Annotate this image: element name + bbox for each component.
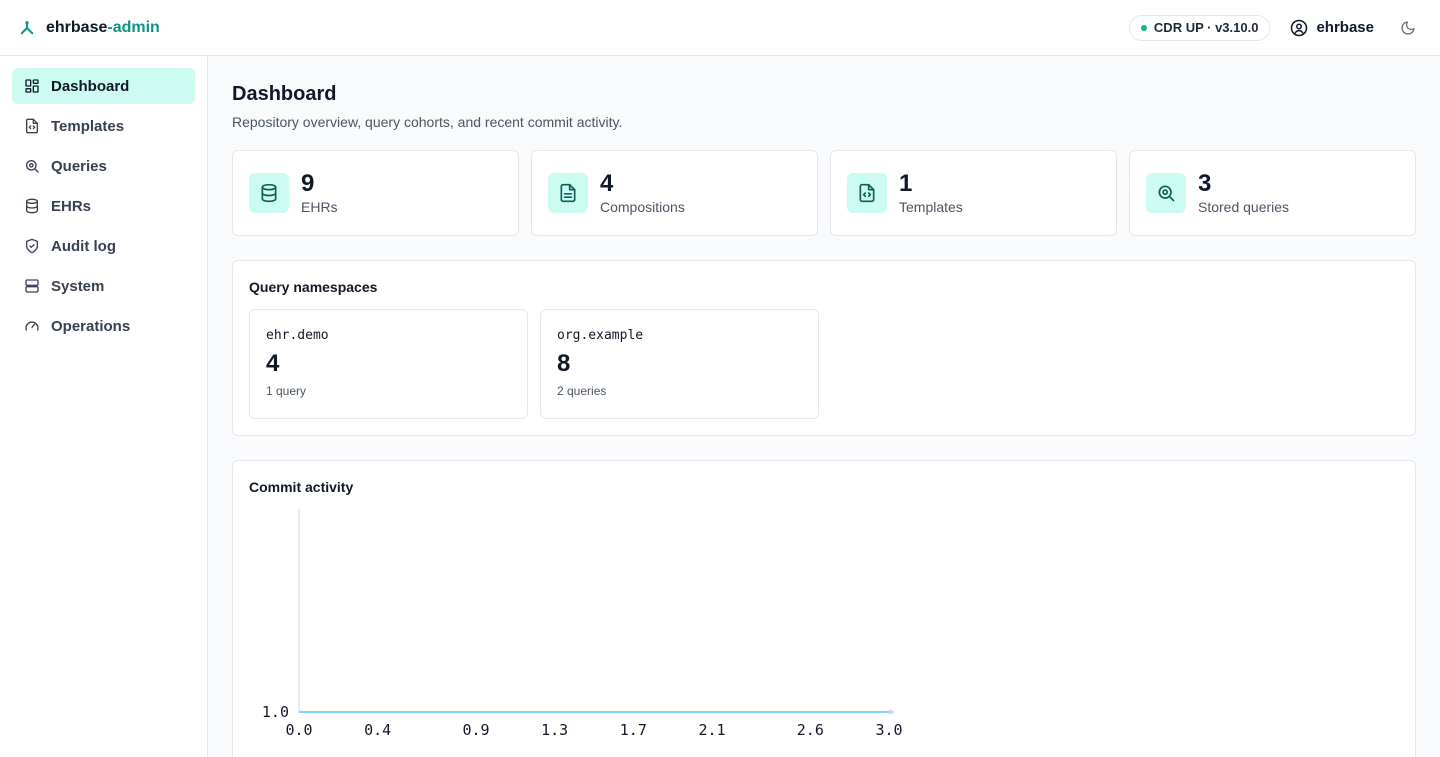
main-content: Dashboard Repository overview, query coh… bbox=[208, 56, 1440, 757]
user-circle-icon bbox=[1291, 19, 1308, 36]
y-tick-label: 1.0 bbox=[262, 703, 289, 721]
theme-toggle-button[interactable] bbox=[1400, 18, 1420, 38]
page-title: Dashboard bbox=[232, 83, 337, 105]
stat-card-stored-queries[interactable]: 3 Stored queries bbox=[1129, 150, 1416, 236]
stat-icon-wrap bbox=[847, 173, 887, 213]
sidebar-item-label: Audit log bbox=[51, 237, 116, 255]
x-tick-label: 2.1 bbox=[698, 721, 725, 739]
sidebar-item-dashboard[interactable]: Dashboard bbox=[12, 68, 195, 104]
template-file-icon bbox=[26, 118, 38, 134]
namespace-query-count: 1 query bbox=[266, 384, 307, 398]
x-tick-label: 1.7 bbox=[620, 721, 647, 739]
sidebar-item-ehrs[interactable]: EHRs bbox=[12, 188, 195, 224]
sidebar-item-label: Queries bbox=[51, 157, 107, 175]
search-icon bbox=[26, 160, 39, 173]
stat-card-templates[interactable]: 1 Templates bbox=[830, 150, 1117, 236]
namespace-card[interactable]: org.example 8 2 queries bbox=[540, 309, 819, 419]
moon-icon bbox=[1401, 20, 1415, 35]
sidebar-item-operations[interactable]: Operations bbox=[12, 308, 195, 344]
stat-card-compositions[interactable]: 4 Compositions bbox=[531, 150, 818, 236]
database-icon bbox=[26, 198, 38, 214]
namespace-count: 8 bbox=[557, 350, 571, 377]
dashboard-icon bbox=[25, 79, 39, 93]
namespace-query-count: 2 queries bbox=[557, 384, 607, 398]
template-file-icon bbox=[859, 183, 875, 203]
commit-activity-panel: Commit activity 1.0 0.0 0.4 0.9 1.3 1.7 2.1 2.6… bbox=[232, 460, 1416, 757]
namespace-card[interactable]: ehr.demo 4 1 query bbox=[249, 309, 528, 419]
document-icon bbox=[560, 183, 576, 203]
stat-label: EHRs bbox=[301, 199, 338, 215]
stat-value: 9 bbox=[301, 170, 315, 197]
sidebar-item-queries[interactable]: Queries bbox=[12, 148, 195, 184]
commit-activity-chart-svg: 1.00.0 0.4 0.9 1.3 1.7 2.1 2.6 3.0 bbox=[262, 509, 903, 739]
sidebar-item-label: Dashboard bbox=[51, 77, 130, 95]
server-icon bbox=[25, 279, 39, 293]
x-tick-label: 2.6 bbox=[797, 721, 824, 739]
stat-icon-wrap bbox=[1146, 173, 1186, 213]
sidebar-item-label: EHRs bbox=[51, 197, 92, 215]
x-tick-label: 3.0 bbox=[875, 721, 902, 739]
stat-label: Stored queries bbox=[1198, 199, 1290, 215]
commit-activity-chart: 1.0 0.0 0.4 0.9 1.3 1.7 2.1 2.6 3.0 bbox=[249, 501, 949, 757]
stat-value: 1 bbox=[899, 170, 913, 197]
sidebar-item-templates[interactable]: Templates bbox=[12, 108, 195, 144]
namespace-name: org.example bbox=[557, 328, 644, 343]
stat-icon-wrap bbox=[548, 173, 588, 213]
page-subtitle: Repository overview, query cohorts, and … bbox=[232, 114, 623, 130]
stats-row: 9 EHRs 4 Compositions 1 Templates 3 Stor… bbox=[232, 150, 1416, 236]
cdr-status-text: CDR UP · v3.10.0 bbox=[1153, 20, 1259, 35]
x-tick-label: 0.4 bbox=[364, 721, 391, 739]
namespace-count: 4 bbox=[266, 350, 280, 377]
gauge-icon bbox=[25, 321, 39, 331]
sidebar-item-label: Templates bbox=[51, 117, 125, 135]
x-tick-label: 0.0 bbox=[285, 721, 312, 739]
stat-label: Templates bbox=[899, 199, 963, 215]
user-name: ehrbase bbox=[1316, 19, 1374, 36]
x-tick-label: 0.9 bbox=[462, 721, 489, 739]
cdr-status-badge: CDR UP · v3.10.0 bbox=[1128, 14, 1271, 41]
x-axis-arrow bbox=[889, 709, 895, 715]
sidebar-item-label: Operations bbox=[51, 317, 131, 335]
top-bar: ehrbase-admin CDR UP · v3.10.0 ehrbase bbox=[0, 0, 1440, 56]
namespace-name: ehr.demo bbox=[266, 328, 329, 343]
sidebar-item-label: System bbox=[51, 277, 105, 295]
shield-icon bbox=[26, 238, 38, 254]
stat-card-ehrs[interactable]: 9 EHRs bbox=[232, 150, 519, 236]
brand-suffix: -admin bbox=[107, 18, 160, 36]
panel-title: Commit activity bbox=[249, 479, 354, 495]
query-namespaces-panel: Query namespaces ehr.demo 4 1 query org.… bbox=[232, 260, 1416, 436]
brand-name: ehrbase bbox=[46, 18, 108, 36]
panel-title: Query namespaces bbox=[249, 279, 378, 295]
stat-label: Compositions bbox=[600, 199, 685, 215]
sidebar-item-audit-log[interactable]: Audit log bbox=[12, 228, 195, 264]
stat-value: 3 bbox=[1198, 170, 1212, 197]
stat-icon-wrap bbox=[249, 173, 289, 213]
brand[interactable]: ehrbase-admin bbox=[18, 19, 160, 37]
logo-icon bbox=[20, 20, 34, 34]
user-menu[interactable]: ehrbase bbox=[1290, 19, 1374, 37]
x-tick-label: 1.3 bbox=[541, 721, 568, 739]
database-icon bbox=[261, 183, 277, 203]
sidebar-item-system[interactable]: System bbox=[12, 268, 195, 304]
stat-value: 4 bbox=[600, 170, 614, 197]
status-dot-icon bbox=[1140, 24, 1147, 31]
namespace-list: ehr.demo 4 1 query org.example 8 2 queri… bbox=[249, 309, 1399, 419]
search-icon bbox=[1158, 185, 1175, 202]
sidebar: Dashboard Templates Queries EHRs Audit l… bbox=[0, 56, 208, 757]
